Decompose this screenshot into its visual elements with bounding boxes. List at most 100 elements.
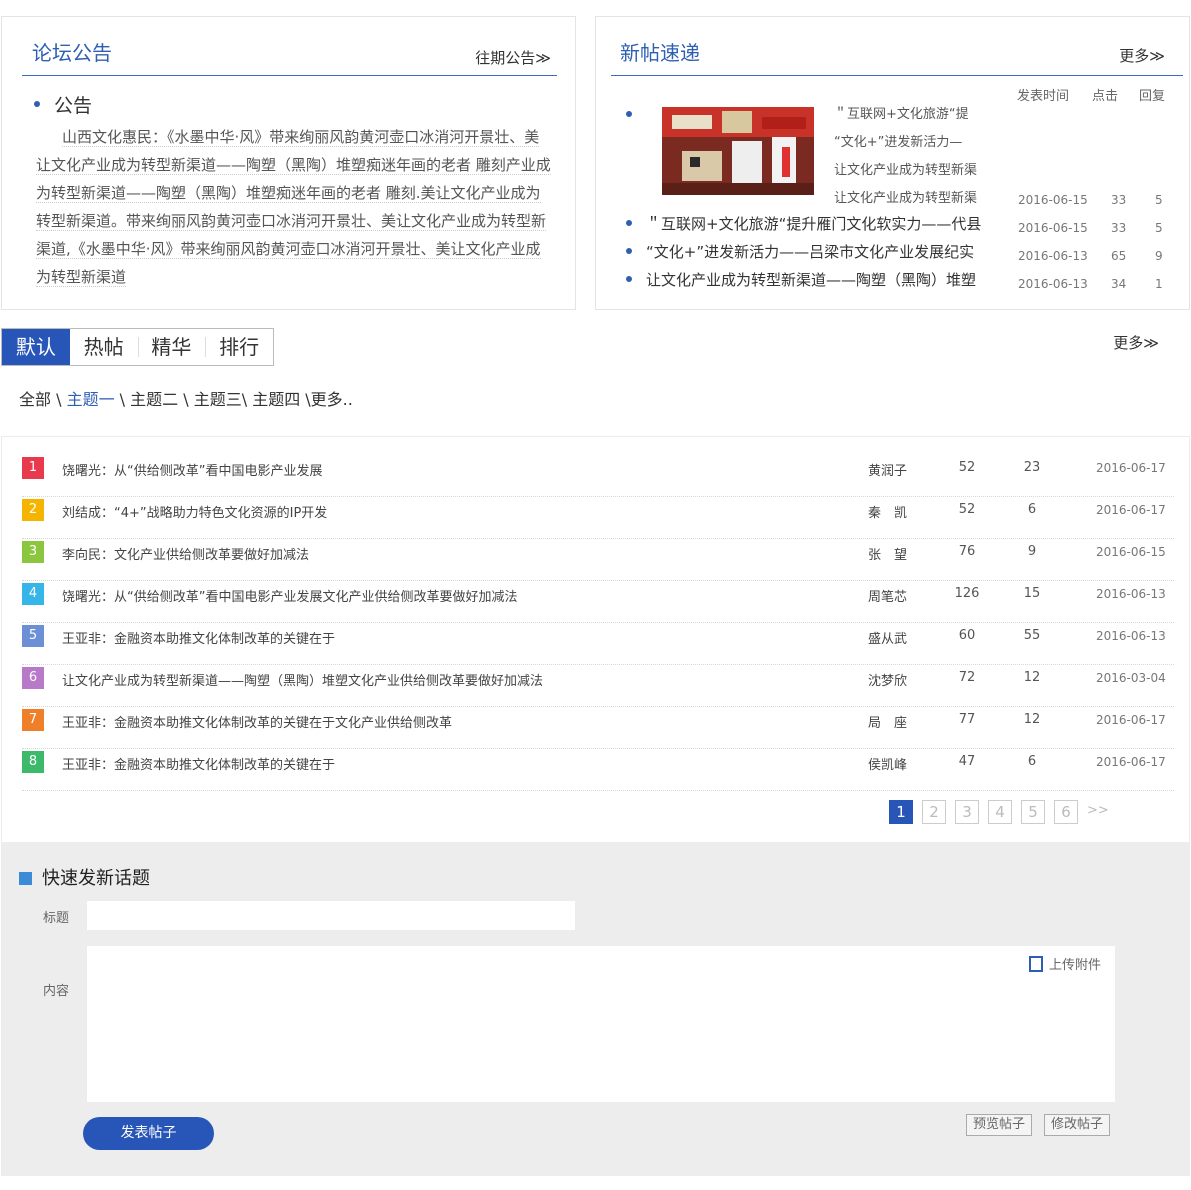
topic-date: 2016-06-17 xyxy=(1096,503,1166,517)
featured-clicks: 33 xyxy=(1111,193,1127,207)
notice-body-text: 山西文化惠民：《水墨中华·风》带来绚丽风韵黄河壶口冰消河开景壮、美让文化产业成为… xyxy=(36,128,551,287)
page-3[interactable]: 3 xyxy=(955,800,979,824)
topic-author[interactable]: 侯凯峰 xyxy=(868,754,907,773)
tab-ranking[interactable]: 排行 xyxy=(205,329,273,365)
topic-date: 2016-03-04 xyxy=(1096,671,1166,685)
bullet-icon xyxy=(34,100,40,107)
quick-post-title-text: 快速发新话题 xyxy=(42,868,150,889)
topic-title[interactable]: 李向民：文化产业供给侧改革要做好加减法 xyxy=(62,544,309,563)
upload-attachment-button[interactable]: 上传附件 xyxy=(1028,954,1101,974)
topic-title[interactable]: 让文化产业成为转型新渠道——陶塑（黑陶）堆塑文化产业供给侧改革要做好加减法 xyxy=(62,670,543,689)
tabs-more-link[interactable]: 更多≫ xyxy=(1113,332,1159,353)
topic-author[interactable]: 张 望 xyxy=(868,544,907,563)
filter-topic-current[interactable]: 主题一 xyxy=(67,390,115,409)
topic-title[interactable]: 王亚非：金融资本助推文化体制改革的关键在于 xyxy=(62,628,335,647)
filter-topic-rest[interactable]: \ 主题二 \ 主题三\ 主题四 \更多.. xyxy=(115,390,353,409)
notice-divider xyxy=(22,75,557,76)
topic-replies: 6 xyxy=(1027,754,1037,769)
notice-more-link[interactable]: 往期公告≫ xyxy=(475,47,551,68)
page-2[interactable]: 2 xyxy=(922,800,946,824)
newpost-replies: 9 xyxy=(1155,249,1163,263)
newpost-row[interactable]: “文化+”进发新活力——吕梁市文化产业发展纪实 xyxy=(626,239,1186,267)
page-4[interactable]: 4 xyxy=(988,800,1012,824)
topic-tabs: 默认 热帖 精华 排行 xyxy=(1,328,274,366)
topic-author[interactable]: 盛从武 xyxy=(868,628,907,647)
newpost-date: 2016-06-15 xyxy=(1018,221,1088,235)
quick-post-title: 快速发新话题 xyxy=(19,864,150,890)
topic-author[interactable]: 局 座 xyxy=(868,712,907,731)
topic-author[interactable]: 沈梦欣 xyxy=(868,670,907,689)
newpost-clicks: 33 xyxy=(1111,221,1127,235)
bullet-icon xyxy=(626,220,632,226)
title-input[interactable] xyxy=(87,901,575,930)
newpost-replies: 1 xyxy=(1155,277,1163,291)
featured-post-thumbnail[interactable] xyxy=(662,107,814,195)
topic-title[interactable]: 刘结成：“4+”战略助力特色文化资源的IP开发 xyxy=(62,502,327,521)
topic-clicks: 76 xyxy=(958,544,976,559)
tab-default[interactable]: 默认 xyxy=(2,329,70,365)
notice-body: 山西文化惠民：《水墨中华·风》带来绚丽风韵黄河壶口冰消河开景壮、美让文化产业成为… xyxy=(36,123,552,291)
table-row[interactable]: 2 刘结成：“4+”战略助力特色文化资源的IP开发 秦 凯 52 6 2016-… xyxy=(22,497,1174,539)
newpost-title[interactable]: “文化+”进发新活力——吕梁市文化产业发展纪实 xyxy=(646,241,974,262)
topic-replies: 12 xyxy=(1023,712,1041,727)
featured-post-title[interactable]: ＂互联网+文化旅游“提 “文化+”进发新活力— 让文化产业成为转型新渠 让文化产… xyxy=(834,101,977,213)
topic-clicks: 72 xyxy=(958,670,976,685)
tab-featured[interactable]: 精华 xyxy=(137,329,206,365)
topic-title[interactable]: 饶曙光：从“供给侧改革”看中国电影产业发展文化产业供给侧改革要做好加减法 xyxy=(62,586,517,605)
newpost-title[interactable]: ＂互联网+文化旅游“提升雁门文化软实力——代县 xyxy=(646,213,981,234)
col-header-replies: 回复 xyxy=(1139,89,1166,104)
newpost-row[interactable]: ＂互联网+文化旅游“提升雁门文化软实力——代县 xyxy=(626,211,1186,239)
topic-replies: 15 xyxy=(1023,586,1041,601)
rank-badge: 8 xyxy=(22,751,44,773)
table-row[interactable]: 6 让文化产业成为转型新渠道——陶塑（黑陶）堆塑文化产业供给侧改革要做好加减法 … xyxy=(22,665,1174,707)
title-label: 标题 xyxy=(43,911,70,926)
table-row[interactable]: 5 王亚非：金融资本助推文化体制改革的关键在于 盛从武 60 55 2016-0… xyxy=(22,623,1174,665)
table-row[interactable]: 4 饶曙光：从“供给侧改革”看中国电影产业发展文化产业供给侧改革要做好加减法 周… xyxy=(22,581,1174,623)
table-row[interactable]: 8 王亚非：金融资本助推文化体制改革的关键在于 侯凯峰 47 6 2016-06… xyxy=(22,749,1174,791)
newpost-clicks: 34 xyxy=(1111,277,1127,291)
featured-replies: 5 xyxy=(1155,193,1163,207)
rank-badge: 5 xyxy=(22,625,44,647)
newposts-more-link[interactable]: 更多≫ xyxy=(1119,45,1165,66)
topic-date: 2016-06-13 xyxy=(1096,629,1166,643)
newposts-divider xyxy=(611,75,1183,76)
newpost-row[interactable]: 让文化产业成为转型新渠道——陶塑（黑陶）堆塑 xyxy=(626,267,1186,295)
topic-author[interactable]: 黄润子 xyxy=(868,460,907,479)
content-textarea[interactable]: 上传附件 xyxy=(87,946,1115,1102)
rank-badge: 6 xyxy=(22,667,44,689)
newpost-date: 2016-06-13 xyxy=(1018,277,1088,291)
edit-post-button[interactable]: 修改帖子 xyxy=(1044,1114,1111,1136)
topic-title[interactable]: 饶曙光：从“供给侧改革”看中国电影产业发展 xyxy=(62,460,322,479)
preview-post-button[interactable]: 预览帖子 xyxy=(966,1114,1033,1136)
newpost-title[interactable]: 让文化产业成为转型新渠道——陶塑（黑陶）堆塑 xyxy=(646,269,976,290)
page-1[interactable]: 1 xyxy=(889,800,913,824)
next-page-button[interactable]: >> xyxy=(1087,800,1109,824)
page-6[interactable]: 6 xyxy=(1054,800,1078,824)
quick-post-form: 快速发新话题 标题 内容 上传附件 发表帖子 预览帖子 修改帖子 xyxy=(1,842,1190,1176)
notice-heading-text: 公告 xyxy=(54,95,93,117)
topic-author[interactable]: 秦 凯 xyxy=(868,502,907,521)
topic-title[interactable]: 王亚非：金融资本助推文化体制改革的关键在于 xyxy=(62,754,335,773)
topic-title[interactable]: 王亚非：金融资本助推文化体制改革的关键在于文化产业供给侧改革 xyxy=(62,712,452,731)
featured-line: 让文化产业成为转型新渠 xyxy=(834,191,978,206)
topic-clicks: 77 xyxy=(958,712,976,727)
newpost-clicks: 65 xyxy=(1111,249,1127,263)
submit-post-button[interactable]: 发表帖子 xyxy=(83,1117,214,1150)
rank-badge: 7 xyxy=(22,709,44,731)
rank-badge: 4 xyxy=(22,583,44,605)
upload-label: 上传附件 xyxy=(1048,958,1101,973)
page-5[interactable]: 5 xyxy=(1021,800,1045,824)
attachment-file-icon xyxy=(1028,955,1043,972)
topic-replies: 23 xyxy=(1023,460,1041,475)
filter-all[interactable]: 全部 xyxy=(19,390,51,409)
table-row[interactable]: 1 饶曙光：从“供给侧改革”看中国电影产业发展 黄润子 52 23 2016-0… xyxy=(22,455,1174,497)
topic-clicks: 60 xyxy=(958,628,976,643)
topic-list: 1 饶曙光：从“供给侧改革”看中国电影产业发展 黄润子 52 23 2016-0… xyxy=(1,436,1190,842)
rank-badge: 2 xyxy=(22,499,44,521)
notice-panel: 论坛公告 往期公告≫ 公告 山西文化惠民：《水墨中华·风》带来绚丽风韵黄河壶口冰… xyxy=(1,16,576,310)
table-row[interactable]: 7 王亚非：金融资本助推文化体制改革的关键在于文化产业供给侧改革 局 座 77 … xyxy=(22,707,1174,749)
tab-hot[interactable]: 热帖 xyxy=(70,329,138,365)
topic-author[interactable]: 周笔芯 xyxy=(868,586,907,605)
bullet-icon xyxy=(626,248,632,254)
table-row[interactable]: 3 李向民：文化产业供给侧改革要做好加减法 张 望 76 9 2016-06-1… xyxy=(22,539,1174,581)
